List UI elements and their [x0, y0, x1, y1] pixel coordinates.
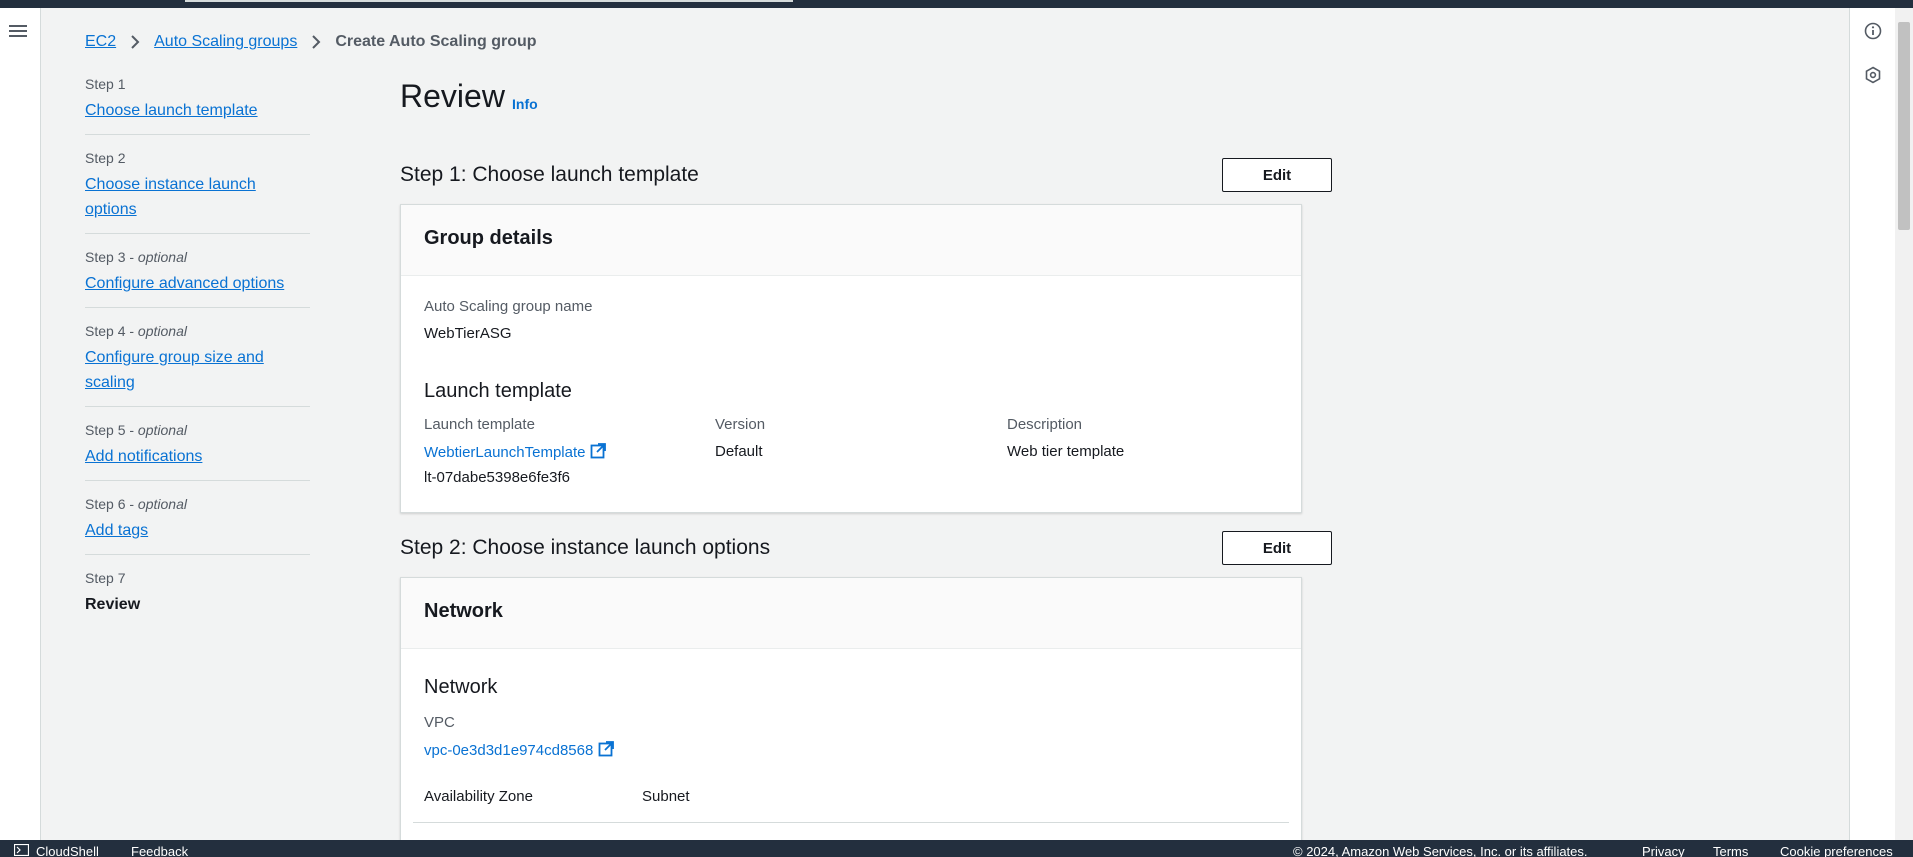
step-link-instance-launch-options[interactable]: Choose instance launch options — [85, 176, 256, 218]
menu-icon[interactable] — [9, 22, 27, 40]
asg-name-value: WebTierASG — [424, 325, 512, 342]
edit-step1-button[interactable]: Edit — [1222, 158, 1332, 192]
console-footer: CloudShell Feedback © 2024, Amazon Web S… — [0, 840, 1913, 857]
step-number: Step 3 - optional — [85, 249, 187, 265]
step-5: Step 5 - optional Add notifications — [85, 422, 310, 481]
breadcrumb: EC2 Auto Scaling groups Create Auto Scal… — [85, 33, 537, 51]
description-label: Description — [1007, 416, 1083, 433]
card-title: Network — [424, 600, 503, 622]
step-number: Step 5 - optional — [85, 422, 187, 438]
table-divider — [413, 822, 1289, 823]
section-heading-step2: Step 2: Choose instance launch options — [400, 536, 771, 559]
step-link-group-size-scaling[interactable]: Configure group size and scaling — [85, 349, 264, 391]
network-heading: Network — [424, 676, 498, 698]
step-link-add-notifications[interactable]: Add notifications — [85, 448, 202, 465]
cloudshell-icon — [14, 844, 29, 856]
left-rail — [0, 8, 41, 840]
page-title: Review — [400, 78, 505, 114]
step-number: Step 1 — [85, 76, 126, 92]
breadcrumb-auto-scaling-groups[interactable]: Auto Scaling groups — [154, 33, 297, 51]
step-link-add-tags[interactable]: Add tags — [85, 522, 148, 539]
step-1: Step 1 Choose launch template — [85, 76, 310, 135]
chevron-right-icon — [130, 35, 140, 49]
subnet-column-header: Subnet — [642, 788, 690, 805]
asg-name-label: Auto Scaling group name — [424, 298, 593, 315]
edit-step2-button[interactable]: Edit — [1222, 531, 1332, 565]
description-value: Web tier template — [1007, 443, 1125, 460]
step-link-advanced-options[interactable]: Configure advanced options — [85, 275, 284, 292]
step-number: Step 7 — [85, 570, 126, 586]
network-card: Network Network VPC vpc-0e3d3d1e974cd856… — [400, 577, 1302, 841]
external-link-icon — [598, 741, 615, 757]
step-4: Step 4 - optional Configure group size a… — [85, 323, 310, 407]
info-icon[interactable] — [1864, 22, 1882, 40]
step-number: Step 4 - optional — [85, 323, 187, 339]
step-current-review: Review — [85, 596, 141, 613]
step-link-choose-launch-template[interactable]: Choose launch template — [85, 102, 258, 119]
card-title: Group details — [424, 227, 553, 249]
feedback-link[interactable]: Feedback — [131, 844, 188, 857]
step-2: Step 2 Choose instance launch options — [85, 150, 310, 234]
vpc-link[interactable]: vpc-0e3d3d1e974cd8568 — [424, 741, 615, 759]
cloudshell-link[interactable]: CloudShell — [36, 844, 99, 857]
info-link[interactable]: Info — [512, 96, 538, 112]
step-number: Step 6 - optional — [85, 496, 187, 512]
vpc-label: VPC — [424, 714, 455, 731]
launch-template-id: lt-07dabe5398e6fe3f6 — [424, 469, 570, 486]
step-3: Step 3 - optional Configure advanced opt… — [85, 249, 310, 308]
version-label: Version — [715, 416, 766, 433]
external-link-icon — [591, 443, 607, 459]
version-value: Default — [715, 443, 763, 460]
card-header: Group details — [401, 205, 1301, 276]
breadcrumb-ec2[interactable]: EC2 — [85, 33, 116, 51]
launch-template-heading: Launch template — [424, 380, 572, 402]
group-details-card: Group details Auto Scaling group name We… — [400, 204, 1302, 513]
step-number: Step 2 — [85, 150, 126, 166]
step-7: Step 7 Review — [85, 570, 310, 628]
scrollbar-thumb[interactable] — [1898, 22, 1910, 230]
section-heading-step1: Step 1: Choose launch template — [400, 163, 699, 186]
launch-template-label: Launch template — [424, 416, 535, 433]
copyright-text: © 2024, Amazon Web Services, Inc. or its… — [1293, 844, 1588, 857]
step-6: Step 6 - optional Add tags — [85, 496, 310, 555]
privacy-link[interactable]: Privacy — [1642, 844, 1685, 857]
chevron-right-icon — [311, 35, 321, 49]
terms-link[interactable]: Terms — [1713, 844, 1748, 857]
launch-template-link[interactable]: WebtierLaunchTemplate — [424, 443, 607, 461]
wizard-steps-nav: Step 1 Choose launch template Step 2 Cho… — [85, 76, 310, 643]
cookie-preferences-link[interactable]: Cookie preferences — [1780, 844, 1893, 857]
top-search-highlight — [185, 0, 793, 2]
hexagon-icon[interactable] — [1864, 66, 1882, 84]
right-rail — [1849, 8, 1896, 840]
top-navigation-bar — [0, 0, 1913, 8]
breadcrumb-current: Create Auto Scaling group — [335, 33, 537, 50]
card-header: Network — [401, 578, 1301, 649]
availability-zone-column-header: Availability Zone — [424, 788, 533, 805]
scrollbar[interactable] — [1895, 8, 1913, 840]
